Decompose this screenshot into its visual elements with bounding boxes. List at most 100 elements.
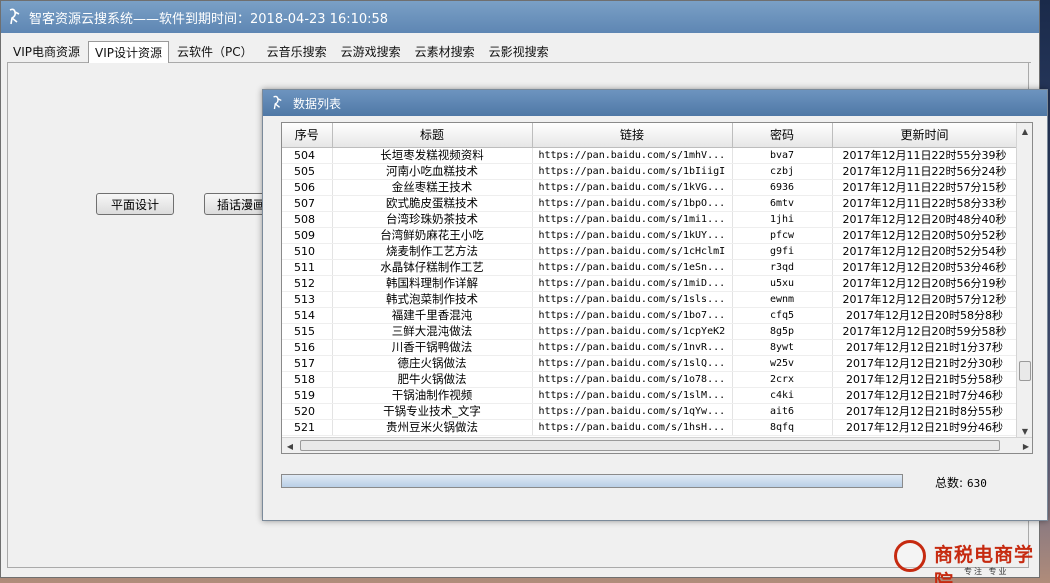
cell-link[interactable]: https://pan.baidu.com/s/1miD... — [532, 275, 733, 292]
cell-link[interactable]: https://pan.baidu.com/s/1bo7... — [532, 307, 733, 324]
cell-link[interactable]: https://pan.baidu.com/s/1cpYeK2 — [532, 323, 733, 340]
cell-link[interactable]: https://pan.baidu.com/s/1bpO... — [532, 195, 733, 212]
cell-updated[interactable]: 2017年12月11日22时58分33秒 — [832, 195, 1018, 212]
cell-password[interactable]: g9fi — [732, 243, 833, 260]
tab-cloud-software[interactable]: 云软件（PC） — [171, 41, 259, 63]
cell-password[interactable]: ewnm — [732, 291, 833, 308]
cell-link[interactable]: https://pan.baidu.com/s/1kUY... — [532, 227, 733, 244]
cell-no[interactable]: 504 — [282, 147, 333, 164]
cell-no[interactable]: 507 — [282, 195, 333, 212]
scroll-right-icon[interactable]: ▶ — [1018, 438, 1032, 453]
cell-title[interactable]: 台湾鲜奶麻花王小吃 — [332, 227, 533, 244]
cell-password[interactable]: u5xu — [732, 275, 833, 292]
cell-link[interactable]: https://pan.baidu.com/s/1eSn... — [532, 259, 733, 276]
column-header-no[interactable]: 序号 — [282, 123, 333, 148]
cell-password[interactable]: c4ki — [732, 387, 833, 404]
cell-title[interactable]: 韩式泡菜制作技术 — [332, 291, 533, 308]
cell-updated[interactable]: 2017年12月12日21时2分30秒 — [832, 355, 1018, 372]
cell-no[interactable]: 506 — [282, 179, 333, 196]
table-row[interactable]: 519 干锅油制作视频 https://pan.baidu.com/s/1slM..… — [282, 387, 1018, 404]
scroll-left-icon[interactable]: ◀ — [282, 438, 298, 453]
cell-no[interactable]: 513 — [282, 291, 333, 308]
cell-password[interactable]: ait6 — [732, 403, 833, 420]
cell-updated[interactable]: 2017年12月12日21时5分58秒 — [832, 371, 1018, 388]
cell-no[interactable]: 514 — [282, 307, 333, 324]
tab-cloud-material[interactable]: 云素材搜索 — [409, 41, 481, 63]
cell-password[interactable]: 2crx — [732, 371, 833, 388]
cell-no[interactable]: 519 — [282, 387, 333, 404]
cell-title[interactable]: 水晶钵仔糕制作工艺 — [332, 259, 533, 276]
cell-no[interactable]: 521 — [282, 419, 333, 436]
table-row[interactable]: 516 川香干锅鸭做法 https://pan.baidu.com/s/1nvR..… — [282, 339, 1018, 356]
cell-password[interactable]: pfcw — [732, 227, 833, 244]
table-row[interactable]: 504 长垣枣发糕视频资料 https://pan.baidu.com/s/1mhV… — [282, 147, 1018, 164]
cell-updated[interactable]: 2017年12月12日20时52分54秒 — [832, 243, 1018, 260]
cell-updated[interactable]: 2017年12月12日20时58分8秒 — [832, 307, 1018, 324]
cell-no[interactable]: 520 — [282, 403, 333, 420]
cell-title[interactable]: 福建千里香混沌 — [332, 307, 533, 324]
cell-updated[interactable]: 2017年12月12日21时1分37秒 — [832, 339, 1018, 356]
cell-no[interactable]: 511 — [282, 259, 333, 276]
cell-no[interactable]: 517 — [282, 355, 333, 372]
column-header-title[interactable]: 标题 — [332, 123, 533, 148]
cell-password[interactable]: 8ywt — [732, 339, 833, 356]
cell-link[interactable]: https://pan.baidu.com/s/1o78... — [532, 371, 733, 388]
cell-title[interactable]: 欧式脆皮蛋糕技术 — [332, 195, 533, 212]
cell-link[interactable]: https://pan.baidu.com/s/1sls... — [532, 291, 733, 308]
cell-password[interactable]: bva7 — [732, 147, 833, 164]
cell-password[interactable]: 1jhi — [732, 211, 833, 228]
table-row[interactable]: 513 韩式泡菜制作技术 https://pan.baidu.com/s/1sls.… — [282, 291, 1018, 308]
cell-link[interactable]: https://pan.baidu.com/s/1slQ... — [532, 355, 733, 372]
cell-updated[interactable]: 2017年12月12日21时9分46秒 — [832, 419, 1018, 436]
table-row[interactable]: 512 韩国料理制作详解 https://pan.baidu.com/s/1miD.… — [282, 275, 1018, 292]
cell-link[interactable]: https://pan.baidu.com/s/1hsH... — [532, 419, 733, 436]
cell-updated[interactable]: 2017年12月12日20时50分52秒 — [832, 227, 1018, 244]
cell-no[interactable]: 509 — [282, 227, 333, 244]
cell-no[interactable]: 516 — [282, 339, 333, 356]
tab-vip-ecommerce[interactable]: VIP电商资源 — [7, 41, 86, 63]
table-row[interactable]: 508 台湾珍珠奶茶技术 https://pan.baidu.com/s/1mi1.… — [282, 211, 1018, 228]
cell-updated[interactable]: 2017年12月11日22时55分39秒 — [832, 147, 1018, 164]
cell-updated[interactable]: 2017年12月12日21时7分46秒 — [832, 387, 1018, 404]
table-row[interactable]: 507 欧式脆皮蛋糕技术 https://pan.baidu.com/s/1bpO.… — [282, 195, 1018, 212]
cell-link[interactable]: https://pan.baidu.com/s/1bIiigI — [532, 163, 733, 180]
table-row[interactable]: 518 肥牛火锅做法 https://pan.baidu.com/s/1o78...… — [282, 371, 1018, 388]
horizontal-scrollbar[interactable]: ◀ ▶ — [282, 437, 1032, 453]
tab-cloud-games[interactable]: 云游戏搜索 — [335, 41, 407, 63]
cell-updated[interactable]: 2017年12月12日21时8分55秒 — [832, 403, 1018, 420]
cell-no[interactable]: 508 — [282, 211, 333, 228]
cell-password[interactable]: 8qfq — [732, 419, 833, 436]
cell-updated[interactable]: 2017年12月11日22时57分15秒 — [832, 179, 1018, 196]
cell-title[interactable]: 韩国料理制作详解 — [332, 275, 533, 292]
cell-updated[interactable]: 2017年12月12日20时48分40秒 — [832, 211, 1018, 228]
cell-title[interactable]: 肥牛火锅做法 — [332, 371, 533, 388]
table-row[interactable]: 514 福建千里香混沌 https://pan.baidu.com/s/1bo7..… — [282, 307, 1018, 324]
cell-title[interactable]: 台湾珍珠奶茶技术 — [332, 211, 533, 228]
cell-password[interactable]: r3qd — [732, 259, 833, 276]
table-row[interactable]: 521 贵州豆米火锅做法 https://pan.baidu.com/s/1hsH.… — [282, 419, 1018, 436]
tab-cloud-video[interactable]: 云影视搜索 — [483, 41, 555, 63]
cell-title[interactable]: 川香干锅鸭做法 — [332, 339, 533, 356]
horizontal-scroll-thumb[interactable] — [300, 440, 1000, 451]
graphic-design-button[interactable]: 平面设计 — [96, 193, 174, 215]
table-row[interactable]: 520 干锅专业技术_文字 https://pan.baidu.com/s/1qYw… — [282, 403, 1018, 420]
column-header-link[interactable]: 链接 — [532, 123, 733, 148]
cell-no[interactable]: 515 — [282, 323, 333, 340]
cell-updated[interactable]: 2017年12月12日20时57分12秒 — [832, 291, 1018, 308]
cell-title[interactable]: 河南小吃血糕技术 — [332, 163, 533, 180]
cell-no[interactable]: 510 — [282, 243, 333, 260]
table-row[interactable]: 511 水晶钵仔糕制作工艺 https://pan.baidu.com/s/1eSn… — [282, 259, 1018, 276]
cell-password[interactable]: cfq5 — [732, 307, 833, 324]
cell-password[interactable]: czbj — [732, 163, 833, 180]
cell-title[interactable]: 金丝枣糕王技术 — [332, 179, 533, 196]
cell-link[interactable]: https://pan.baidu.com/s/1kVG... — [532, 179, 733, 196]
cell-link[interactable]: https://pan.baidu.com/s/1mhV... — [532, 147, 733, 164]
cell-no[interactable]: 518 — [282, 371, 333, 388]
table-row[interactable]: 509 台湾鲜奶麻花王小吃 https://pan.baidu.com/s/1kUY… — [282, 227, 1018, 244]
cell-title[interactable]: 干锅油制作视频 — [332, 387, 533, 404]
cell-title[interactable]: 干锅专业技术_文字 — [332, 403, 533, 420]
cell-password[interactable]: w25v — [732, 355, 833, 372]
cell-password[interactable]: 8g5p — [732, 323, 833, 340]
cell-link[interactable]: https://pan.baidu.com/s/1mi1... — [532, 211, 733, 228]
cell-title[interactable]: 长垣枣发糕视频资料 — [332, 147, 533, 164]
